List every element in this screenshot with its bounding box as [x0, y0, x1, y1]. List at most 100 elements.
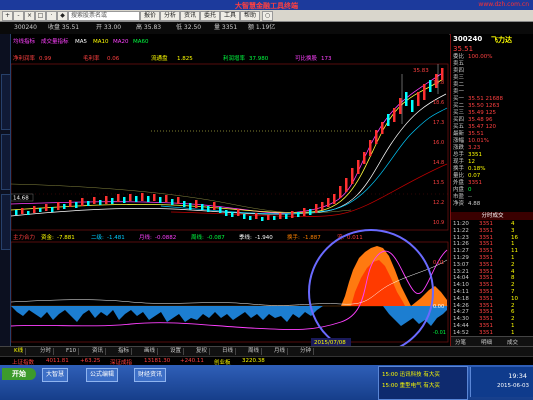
bottom-tab[interactable]: 资讯 [90, 348, 107, 355]
stock-tab-code[interactable]: 300240 [14, 24, 37, 32]
bottom-tab[interactable]: 指标 [116, 348, 133, 355]
bottom-tab[interactable]: 复权 [194, 348, 211, 355]
bottom-tab[interactable]: 分钟 [298, 348, 315, 355]
axis-label: 18.6 [433, 100, 444, 106]
quote-row-label: 委比 [453, 54, 465, 60]
side-tab-2[interactable] [1, 134, 11, 190]
quote-row-value: 3.23 [468, 145, 481, 151]
clock-date[interactable]: 2015-06-03 [497, 383, 529, 389]
toolbar-button-3[interactable]: × [24, 11, 35, 21]
indicator-tag-5[interactable]: MA20 [113, 39, 129, 45]
bottom-tab[interactable]: K线 [12, 348, 27, 355]
quote-row: 卖三 [453, 75, 468, 82]
stock-price: 35.51 [453, 45, 474, 53]
stock-tab-close: 收盘 35.51 [48, 24, 80, 31]
quote-panel: 300240 飞力达 35.51 委比 100.00% 卖五 卖四 卖三 卖二 卖一 买一 35… [450, 34, 533, 346]
quote-row-value: 35.47 120 [468, 124, 497, 130]
header-value-2: 0.06 [107, 56, 120, 62]
ticks-header[interactable]: 分时成交 [451, 212, 533, 220]
bottom-tab[interactable]: 周线 [246, 348, 263, 355]
axis-label: 10.9 [433, 220, 444, 226]
quote-row-value: 35.49 125 [468, 110, 497, 116]
footer-tab-1[interactable]: 分笔 [455, 338, 466, 346]
bottom-tab[interactable]: 月线 [272, 348, 289, 355]
indicator-value-2: -1.481 [107, 235, 125, 241]
quote-row-label: 内盘 [453, 187, 465, 193]
bottom-tab[interactable]: 日线 [220, 348, 237, 355]
taskbar-item-3[interactable]: 财经资讯 [134, 368, 167, 382]
bottom-tab[interactable]: 设置 [168, 348, 185, 355]
quote-row-label: 买一 [453, 96, 465, 102]
quote-row: 量比 0.07 [453, 173, 480, 180]
kline-chart[interactable]: 均线指标 成交量指标 MA5 MA10 MA20 MA60 净利润率 0.99 … [11, 34, 449, 346]
quote-row-value: 0.18% [468, 166, 486, 172]
stock-name: 飞力达 [491, 36, 512, 44]
header-value-3: 1.825 [177, 56, 193, 62]
indicator-tag-4[interactable]: MA10 [93, 39, 109, 45]
toolbar-button-2[interactable]: - [13, 11, 24, 21]
axis-label: 0.00 [433, 304, 444, 310]
taskbar-item-2[interactable]: 公式编辑 [86, 368, 119, 382]
quote-row: 总手 3351 [453, 152, 482, 159]
toolbar-button-4[interactable]: □ [35, 11, 46, 21]
menu-tools[interactable]: 工具 [220, 11, 240, 21]
index-quote-item: 4011.81 [46, 358, 69, 364]
indicator-label-3: 月线: [139, 233, 152, 241]
toolbar-button-6[interactable]: ◆ [57, 11, 68, 21]
quote-row-label: 外盘 [453, 180, 465, 186]
taskbar-item-1[interactable]: 大智慧 [42, 368, 69, 382]
price-top: 35.83 [413, 68, 429, 74]
indicator-tag-6[interactable]: MA60 [133, 39, 149, 45]
quote-row: 买三 35.49 125 [453, 110, 496, 117]
quote-row: 涨幅 10.01% [453, 138, 489, 145]
quote-row-label: 最新 [453, 131, 465, 137]
quote-row-label: 卖三 [453, 75, 465, 81]
quote-row: 涨跌 3.23 [453, 145, 480, 152]
menu-news[interactable]: 资讯 [180, 11, 200, 21]
quote-row-label: 买五 [453, 124, 465, 130]
quote-row-value: 0.07 [468, 173, 481, 179]
quote-row-label: 现手 [453, 159, 465, 165]
start-button[interactable]: 开始 [2, 368, 36, 380]
quote-row: 市盈 -- [453, 194, 472, 201]
search-input[interactable]: 搜索股票名或 [68, 11, 140, 21]
quote-row: 净资 4.88 [453, 201, 480, 208]
taskbar: 开始 大智慧 公式编辑 财经资讯 15:00 迅讯科技 有大买 15:00 重型… [0, 365, 533, 400]
header-value-1: 0.99 [39, 56, 52, 62]
bottom-tab[interactable]: F10 [64, 348, 80, 355]
menu-trade[interactable]: 委托 [200, 11, 220, 21]
toolbar-button-1[interactable]: + [2, 11, 13, 21]
quote-row: 外盘 3351 [453, 180, 482, 187]
indicator-label-1: 资金: [41, 233, 54, 241]
quote-row-label: 量比 [453, 173, 465, 179]
side-tab-1[interactable] [1, 74, 11, 130]
index-quote-item: 13181.30 [144, 358, 171, 364]
side-tab-3[interactable] [1, 194, 11, 250]
footer-tab-3[interactable]: 成交 [507, 338, 518, 346]
axis-label: 17.3 [433, 120, 444, 126]
menu-quote[interactable]: 报价 [140, 11, 160, 21]
price-marker: 14.68 [13, 196, 29, 202]
indicator-label-4: 周线: [191, 233, 204, 241]
clock-time[interactable]: 19:34 [508, 372, 527, 380]
indicator-value-4: -0.087 [207, 235, 225, 241]
indicator-tag-2[interactable]: 成交量指标 [41, 37, 69, 45]
quote-row-value: 12 [468, 159, 476, 165]
menu-help[interactable]: 帮助 [240, 11, 260, 21]
axis-label: 0.01 [433, 260, 444, 266]
quote-row-label: 卖二 [453, 82, 465, 88]
bottom-tab[interactable]: 画线 [142, 348, 159, 355]
indicator-value-1: -7.881 [57, 235, 75, 241]
toolbar-button-5[interactable]: · [46, 11, 57, 21]
header-label-2: 毛利率 [83, 54, 100, 62]
quote-row-label: 卖四 [453, 68, 465, 74]
footer-tab-2[interactable]: 明细 [481, 338, 492, 346]
menu-analysis[interactable]: 分析 [160, 11, 180, 21]
stock-tab-low: 低 32.50 [176, 24, 202, 31]
bottom-tab[interactable]: 分时 [38, 348, 55, 355]
indicator-tag-3[interactable]: MA5 [75, 39, 88, 45]
toolbar-button-7[interactable]: ○ [262, 11, 273, 21]
indicator-tag-1[interactable]: 均线指标 [13, 37, 36, 45]
quote-row-value: 4.88 [468, 201, 481, 207]
axis-label: 19.8 [433, 80, 444, 86]
